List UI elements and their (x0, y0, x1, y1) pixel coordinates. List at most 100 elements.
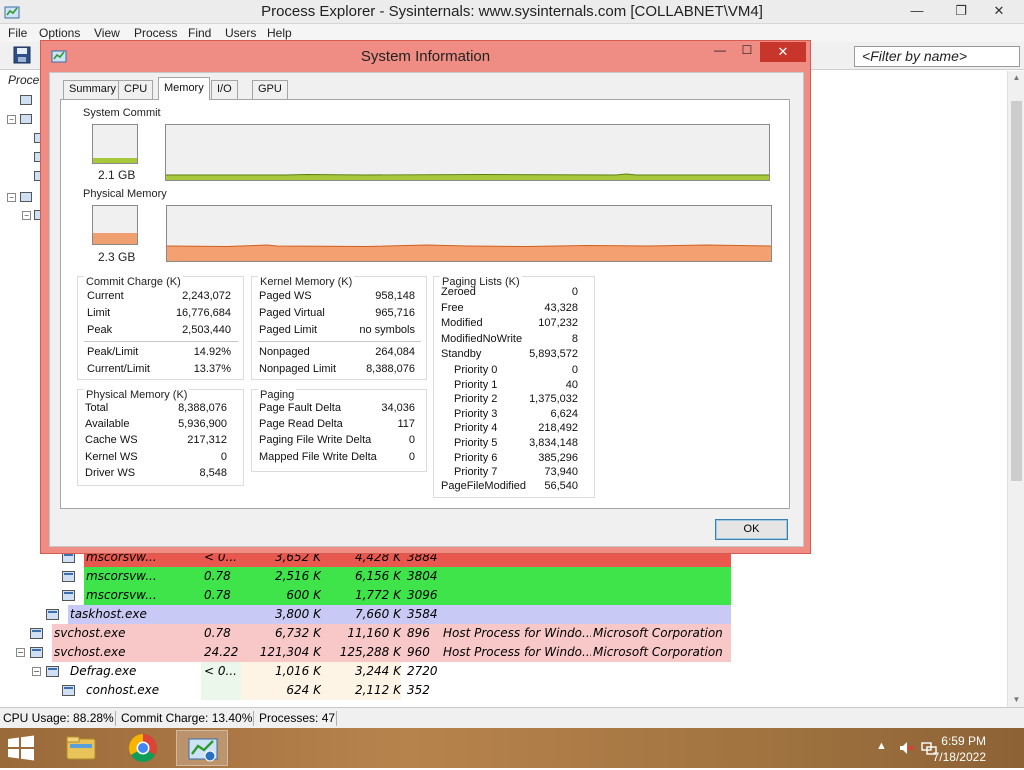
process-private-bytes: 2,516 K (274, 569, 321, 583)
standby-priority-value: 40 (565, 378, 578, 391)
process-cpu: < 0... (204, 664, 237, 678)
paging-list-value: 8 (571, 332, 578, 345)
menu-find[interactable]: Find (188, 26, 211, 40)
commit-limit-value: 16,776,684 (175, 307, 231, 319)
paging-title: Paging (258, 389, 297, 401)
process-row[interactable]: conhost.exe 624 K 2,112 K 352 (0, 681, 1006, 700)
tab-io[interactable]: I/O (211, 80, 238, 99)
tab-gpu[interactable]: GPU (252, 80, 288, 99)
process-icon (20, 192, 32, 202)
process-company: Microsoft Corporation (593, 626, 723, 640)
process-icon (46, 666, 59, 677)
process-row[interactable]: mscorsvw... 0.78 600 K 1,772 K 3096 (0, 586, 1006, 605)
paging-list-label: Zeroed (441, 286, 476, 298)
kernel-memory-group: Kernel Memory (K) Paged WS 958,148 Paged… (251, 276, 427, 380)
menu-users[interactable]: Users (225, 26, 256, 40)
commit-charge-group: Commit Charge (K) Current 2,243,072 Limi… (77, 276, 244, 380)
paging-label: Page Read Delta (259, 418, 343, 431)
filter-input[interactable]: <Filter by name> (854, 46, 1020, 67)
process-cpu: 0.78 (204, 588, 231, 602)
restore-button[interactable]: ❐ (946, 0, 976, 22)
dialog-minimize-button[interactable]: — (710, 43, 730, 61)
dialog-title: System Information (360, 48, 491, 65)
process-cpu (204, 605, 240, 624)
process-description (443, 662, 591, 681)
scrollbar-thumb[interactable] (1011, 101, 1022, 481)
paged-virtual-label: Paged Virtual (259, 307, 325, 319)
status-separator (336, 711, 337, 726)
paged-limit-label: Paged Limit (259, 324, 318, 336)
process-row[interactable]: − Defrag.exe < 0... 1,016 K 3,244 K 2720 (0, 662, 1006, 681)
process-icon (20, 114, 32, 124)
close-button[interactable]: ✕ (984, 0, 1014, 22)
system-commit-history-graph (165, 124, 770, 181)
physical-memory-value: 0 (220, 450, 227, 463)
taskbar-clock[interactable]: 6:59 PM 7/18/2022 (933, 733, 986, 765)
scroll-down-icon[interactable]: ▼ (1008, 693, 1024, 707)
menu-options[interactable]: Options (39, 26, 80, 40)
menu-help[interactable]: Help (267, 26, 292, 40)
process-working-set: 11,160 K (347, 626, 401, 640)
tab-cpu[interactable]: CPU (118, 80, 154, 99)
show-hidden-icons-icon[interactable]: ▲ (876, 740, 892, 756)
chrome-icon (129, 734, 157, 762)
commit-charge-status: Commit Charge: 13.40% (121, 711, 253, 725)
status-bar: CPU Usage: 88.28% Commit Charge: 13.40% … (0, 707, 1024, 728)
ok-button[interactable]: OK (715, 519, 788, 540)
paging-list-label: Modified (441, 317, 483, 329)
tree-collapse-icon[interactable]: − (22, 211, 31, 220)
tab-memory[interactable]: Memory (158, 77, 210, 100)
process-row[interactable]: svchost.exe 0.78 6,732 K 11,160 K 896 Host Pr… (0, 624, 1006, 643)
physical-memory-label: Physical Memory (83, 188, 167, 200)
volume-muted-icon[interactable] (898, 740, 914, 756)
commit-charge-title: Commit Charge (K) (84, 276, 183, 288)
process-explorer-taskbar-button[interactable] (176, 730, 228, 766)
scroll-up-icon[interactable]: ▲ (1008, 71, 1024, 85)
paged-ws-label: Paged WS (259, 290, 312, 302)
physical-memory-value: 8,388,076 (178, 402, 227, 414)
tree-collapse-icon[interactable]: − (32, 667, 41, 676)
process-icon (46, 609, 59, 620)
process-icon (20, 95, 32, 105)
process-icon (62, 590, 75, 601)
process-column-header[interactable]: Proce (8, 73, 39, 87)
menu-view[interactable]: View (94, 26, 120, 40)
process-description (443, 681, 591, 700)
process-working-set: 6,156 K (354, 569, 401, 583)
commit-peak-label: Peak (87, 324, 113, 336)
cpu-usage-status: CPU Usage: 88.28% (3, 711, 114, 725)
standby-priority-label: Priority 2 (454, 393, 498, 406)
commit-current-value: 2,243,072 (182, 290, 231, 302)
nonpaged-limit-value: 8,388,076 (366, 363, 415, 375)
main-titlebar[interactable]: Process Explorer - Sysinternals: www.sys… (0, 0, 1024, 24)
tree-collapse-icon[interactable]: − (7, 115, 16, 124)
process-row[interactable]: taskhost.exe 3,800 K 7,660 K 3584 (0, 605, 1006, 624)
commit-limit-label: Limit (87, 307, 111, 319)
process-row[interactable]: − svchost.exe 24.22 121,304 K 125,288 K 960 Ho… (0, 643, 1006, 662)
vertical-scrollbar[interactable]: ▲ ▼ (1007, 71, 1024, 707)
nonpaged-label: Nonpaged (259, 346, 310, 358)
tree-collapse-icon[interactable]: − (16, 648, 25, 657)
minimize-button[interactable]: — (902, 0, 932, 22)
process-working-set: 1,772 K (354, 588, 401, 602)
process-name: Defrag.exe (70, 664, 137, 678)
process-row[interactable]: mscorsvw... 0.78 2,516 K 6,156 K 3804 (0, 567, 1006, 586)
standby-priority-value: 385,296 (538, 451, 578, 464)
paging-label: Page Fault Delta (259, 402, 341, 414)
menu-file[interactable]: File (8, 26, 27, 40)
process-cpu: 0.78 (204, 626, 231, 640)
process-name: conhost.exe (86, 683, 160, 697)
tab-summary[interactable]: Summary (63, 80, 123, 99)
menu-process[interactable]: Process (134, 26, 177, 40)
paging-list-label: Free (441, 301, 464, 314)
tree-collapse-icon[interactable]: − (7, 193, 16, 202)
chrome-taskbar-button[interactable] (117, 730, 169, 766)
system-information-dialog[interactable]: System Information — ☐ ✕ Summary CPU Mem… (40, 40, 811, 554)
paged-ws-value: 958,148 (375, 290, 415, 302)
group-divider (84, 341, 238, 342)
file-explorer-taskbar-button[interactable] (55, 730, 107, 766)
dialog-close-button[interactable]: ✕ (760, 42, 806, 62)
dialog-maximize-button[interactable]: ☐ (737, 43, 757, 61)
windows-start-icon[interactable] (6, 735, 36, 761)
save-icon[interactable] (13, 46, 31, 64)
